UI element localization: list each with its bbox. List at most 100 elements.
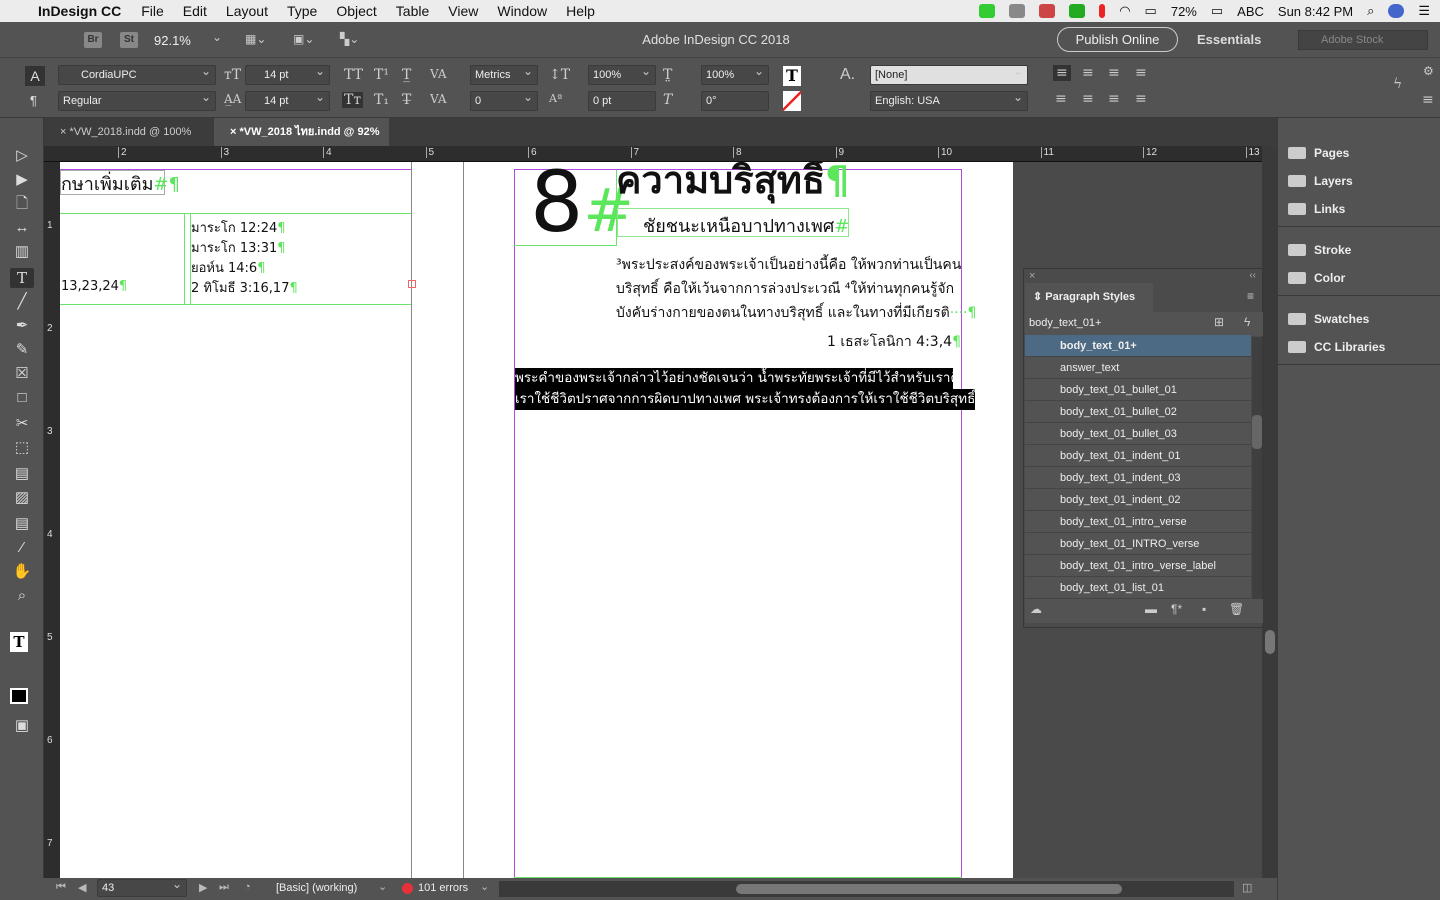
align-towards-spine-icon[interactable]: ≡ [1135, 65, 1147, 81]
panel-swatches[interactable]: Swatches [1288, 312, 1369, 326]
tab-vw-2018-thai[interactable]: × *VW_2018 ไทย.indd @ 92% [214, 118, 389, 146]
direct-selection-tool-icon[interactable]: ▶ [10, 170, 34, 190]
panel-pages[interactable]: Pages [1288, 146, 1349, 160]
evernote-icon[interactable] [1069, 4, 1086, 18]
eyedropper-tool-icon[interactable]: ⁄ [10, 538, 34, 558]
tracking-field[interactable]: 0 [470, 88, 538, 111]
close-icon[interactable]: × [1029, 270, 1035, 282]
panel-layers[interactable]: Layers [1288, 174, 1353, 188]
reference-list[interactable]: มาระโก 12:24¶ มาระโก 13:31¶ ยอห์น 14:6¶ … [191, 219, 298, 299]
baseline-shift-field[interactable]: 0 pt [588, 91, 656, 111]
tab-paragraph-styles[interactable]: ⇕ Paragraph Styles [1025, 283, 1153, 312]
content-collector-icon[interactable]: ▥ [10, 242, 34, 262]
adobe-stock-search[interactable]: Adobe Stock [1298, 30, 1428, 50]
pen-tool-icon[interactable]: ✒ [10, 316, 34, 336]
paragraph-style-item[interactable]: answer_text [1025, 357, 1251, 379]
paragraph-style-item[interactable]: body_text_01+ [1025, 335, 1251, 357]
underline-icon[interactable]: T̲ [402, 67, 411, 83]
menu-layout[interactable]: Layout [226, 3, 268, 19]
spotlight-icon[interactable]: ⌕ [1367, 3, 1374, 19]
errors-dropdown[interactable]: ⌄ [480, 880, 489, 893]
superscript-icon[interactable]: T¹ [374, 67, 389, 83]
menu-edit[interactable]: Edit [183, 3, 207, 19]
hand-tool-icon[interactable]: ✋ [10, 562, 34, 582]
vertical-scrollbar[interactable] [1262, 146, 1277, 878]
stroke-color-swatch[interactable] [783, 91, 801, 111]
first-page-icon[interactable]: ⏮ [56, 881, 66, 894]
vertical-ruler[interactable]: 1 2 3 4 5 6 7 [44, 162, 60, 878]
clock[interactable]: Sun 8:42 PM [1278, 4, 1353, 19]
siri-icon[interactable] [1388, 4, 1405, 18]
type-tool-icon[interactable]: T [10, 268, 34, 288]
horizontal-scrollbar[interactable] [499, 881, 1234, 897]
paragraph-style-item[interactable]: body_text_01_bullet_01 [1025, 379, 1251, 401]
vertical-scale-field[interactable]: 100% [588, 62, 656, 85]
last-page-icon[interactable]: ⏭ [219, 881, 229, 894]
font-family-field[interactable]: CordiaUPC [58, 62, 216, 85]
panel-cc-libraries[interactable]: CC Libraries [1288, 340, 1385, 354]
skew-field[interactable]: 0° [701, 91, 769, 111]
parallels-icon[interactable] [1099, 4, 1106, 18]
panel-stroke[interactable]: Stroke [1288, 243, 1351, 257]
overset-text-icon[interactable] [408, 280, 416, 288]
rectangle-frame-tool-icon[interactable]: ☒ [10, 364, 34, 384]
app-icon[interactable] [1039, 4, 1056, 18]
menu-app[interactable]: InDesign CC [38, 3, 121, 19]
menu-table[interactable]: Table [396, 3, 429, 19]
gradient-swatch-tool-icon[interactable]: ▤ [10, 464, 34, 484]
selection-tool-icon[interactable]: ▷ [10, 146, 34, 166]
note-tool-icon[interactable]: ▤ [10, 514, 34, 534]
fill-color-swatch[interactable]: T [783, 66, 801, 86]
styles-scrollbar[interactable] [1252, 337, 1262, 599]
quick-apply-icon[interactable]: ϟ [1244, 315, 1250, 329]
wifi-icon[interactable]: ◠ [1119, 3, 1130, 19]
menu-help[interactable]: Help [566, 3, 595, 19]
selected-body-text[interactable]: พระคำของพระเจ้ากล่าวไว้อย่างชัดเจนว่า น้… [515, 368, 976, 410]
new-group-folder-icon[interactable]: ▬ [1145, 602, 1157, 616]
previous-page-icon[interactable]: ◀ [78, 881, 86, 894]
notification-icon[interactable]: ☰ [1418, 3, 1430, 19]
leading-field[interactable]: 14 pt [245, 88, 330, 111]
chapter-subtitle[interactable]: ชัยชนะเหนือบาปทางเพศ# [643, 211, 849, 240]
panel-links[interactable]: Links [1288, 202, 1345, 216]
dropbox-icon[interactable] [1009, 4, 1026, 18]
input-source[interactable]: ABC [1237, 4, 1264, 19]
font-size-field[interactable]: 14 pt [245, 62, 330, 85]
justify-left-icon[interactable]: ≡ [1055, 91, 1067, 107]
horizontal-ruler[interactable]: 2 3 4 5 6 7 8 9 10 11 12 13 [44, 146, 1262, 162]
new-style-icon[interactable]: ▪ [1202, 602, 1206, 616]
paragraph-style-item[interactable]: body_text_01_indent_01 [1025, 445, 1251, 467]
paragraph-style-item[interactable]: body_text_01_intro_verse_label [1025, 555, 1251, 577]
normal-view-icon[interactable] [10, 688, 28, 704]
panel-menu-icon[interactable]: ≡ [1422, 92, 1434, 108]
scissors-tool-icon[interactable]: ✂ [10, 414, 34, 434]
chapter-title[interactable]: ความบริสุทธิ์¶ [616, 162, 849, 202]
intro-verse[interactable]: ³พระประสงค์ของพระเจ้าเป็นอย่างนี้คือ ให้… [616, 253, 976, 325]
split-window-icon[interactable]: ◫ [1242, 881, 1252, 894]
horizontal-scale-field[interactable]: 100% [701, 62, 769, 85]
preflight-profile[interactable]: [Basic] (working) [276, 882, 357, 894]
paragraph-mode-button[interactable]: ¶ [30, 93, 37, 108]
panel-color[interactable]: Color [1288, 271, 1345, 285]
paragraph-style-item[interactable]: body_text_01_bullet_02 [1025, 401, 1251, 423]
justify-center-icon[interactable]: ≡ [1082, 91, 1094, 107]
paragraph-style-item[interactable]: body_text_01_bullet_03 [1025, 423, 1251, 445]
paragraph-style-item[interactable]: body_text_01_list_01 [1025, 577, 1251, 599]
cloud-icon[interactable]: ☁ [1030, 602, 1042, 616]
character-mode-button[interactable]: A [25, 66, 45, 86]
battery-icon[interactable]: ▭ [1211, 3, 1223, 19]
fill-stroke-icon[interactable]: T [10, 632, 28, 652]
preflight-errors[interactable]: 101 errors [418, 882, 468, 894]
menu-view[interactable]: View [448, 3, 478, 19]
gap-tool-icon[interactable]: ↔ [10, 218, 34, 238]
paragraph-style-item[interactable]: body_text_01_intro_verse [1025, 511, 1251, 533]
paragraph-style-item[interactable]: body_text_01_indent_02 [1025, 489, 1251, 511]
collapse-icon[interactable]: ‹‹ [1249, 270, 1256, 281]
all-caps-icon[interactable]: TT [344, 67, 363, 83]
pencil-tool-icon[interactable]: ✎ [10, 340, 34, 360]
align-left-icon[interactable]: ≡ [1053, 65, 1071, 81]
subscript-icon[interactable]: T₁ [374, 92, 389, 108]
language-field[interactable]: English: USA [870, 88, 1028, 111]
small-caps-icon[interactable]: Tт [342, 92, 364, 108]
paragraph-style-item[interactable]: body_text_01_indent_03 [1025, 467, 1251, 489]
